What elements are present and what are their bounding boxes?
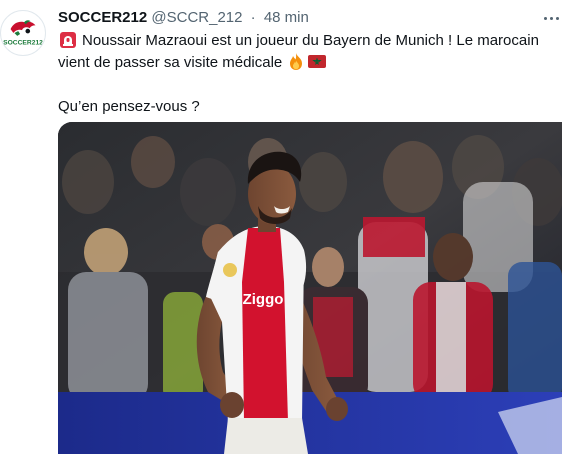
user-handle[interactable]: @SCCR_212 [151, 9, 242, 26]
tweet-text-line-1-text: Noussair Mazraoui est un joueur du Bayer… [82, 32, 539, 49]
tweet-text-line-1: Noussair Mazraoui est un joueur du Bayer… [58, 30, 552, 52]
soccer212-logo: SOCCER212 [1, 11, 45, 55]
profile-avatar[interactable]: SOCCER212 [0, 10, 46, 56]
fire-icon [290, 53, 303, 70]
display-name[interactable]: SOCCER212 [58, 9, 147, 26]
separator-dot: · [250, 9, 256, 26]
shirt-sponsor-text: Ziggo [243, 291, 284, 308]
timestamp[interactable]: 48 min [264, 9, 309, 26]
tweet-text-line-2-text: vient de passer sa visite médicale [58, 54, 283, 71]
tweet-card[interactable]: SOCCER212 SOCCER212 @SCCR_212 · 48 min N… [0, 0, 562, 454]
player-celebration-photo: Ziggo [58, 122, 562, 454]
avatar-wordmark: SOCCER212 [3, 39, 43, 46]
more-icon[interactable] [540, 8, 562, 28]
tweet-text-line-2: vient de passer sa visite médicale [58, 52, 552, 74]
police-light-icon [60, 32, 76, 48]
tweet-header: SOCCER212 @SCCR_212 · 48 min [58, 8, 309, 28]
tweet-text: Noussair Mazraoui est un joueur du Bayer… [58, 30, 552, 118]
tweet-question: Qu’en pensez-vous ? [58, 98, 200, 115]
tweet-photo[interactable]: Ziggo [58, 122, 562, 454]
morocco-flag-icon [308, 55, 327, 68]
